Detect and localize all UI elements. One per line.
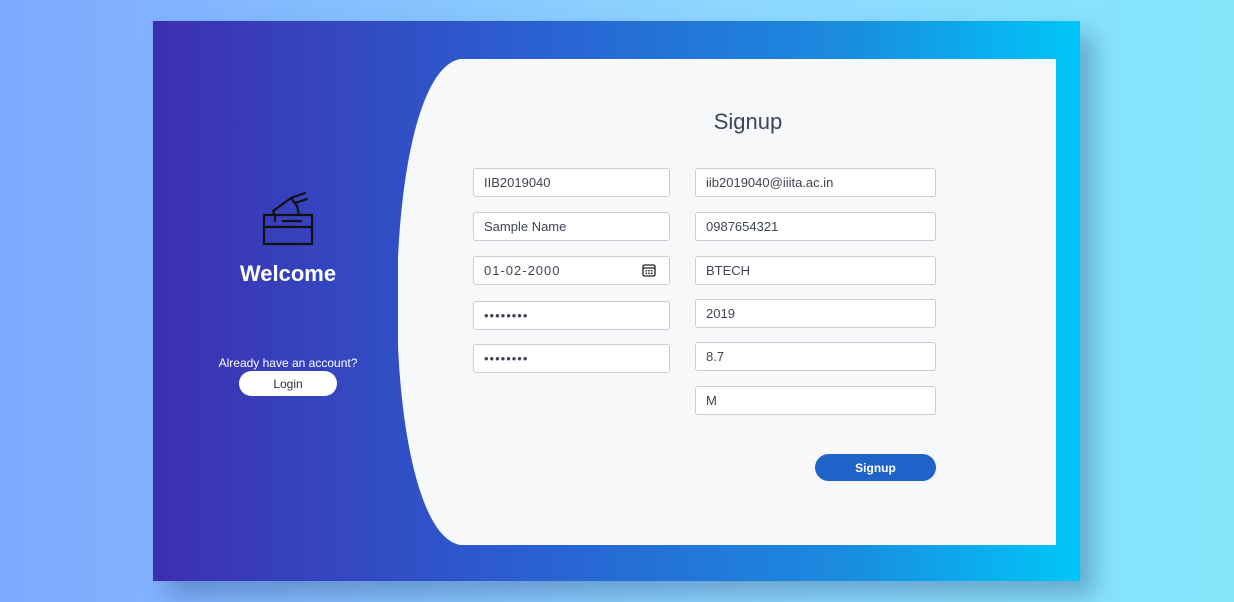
cgpa-field[interactable] xyxy=(695,342,936,371)
password-field[interactable] xyxy=(473,301,670,330)
confirm-password-field[interactable] xyxy=(473,344,670,373)
signup-card: Welcome Already have an account? Login S… xyxy=(153,21,1080,581)
ballot-box-icon xyxy=(262,191,314,246)
email-field[interactable] xyxy=(695,168,936,197)
login-button[interactable]: Login xyxy=(239,371,337,396)
batch-field[interactable] xyxy=(695,299,936,328)
gender-field[interactable] xyxy=(695,386,936,415)
phone-field[interactable] xyxy=(695,212,936,241)
dob-field[interactable] xyxy=(473,256,670,285)
already-account-text: Already have an account? xyxy=(218,356,358,370)
roll-number-field[interactable] xyxy=(473,168,670,197)
welcome-heading: Welcome xyxy=(239,261,337,286)
program-field[interactable] xyxy=(695,256,936,285)
calendar-icon[interactable] xyxy=(642,263,656,277)
signup-title: Signup xyxy=(713,109,783,134)
name-field[interactable] xyxy=(473,212,670,241)
signup-form-panel: Signup IIB2019040 Sample Name 01-02-2000… xyxy=(398,59,1056,545)
dob-field-wrapper xyxy=(473,256,670,285)
welcome-panel: Welcome Already have an account? Login xyxy=(153,21,423,581)
signup-button[interactable]: Signup xyxy=(815,454,936,481)
